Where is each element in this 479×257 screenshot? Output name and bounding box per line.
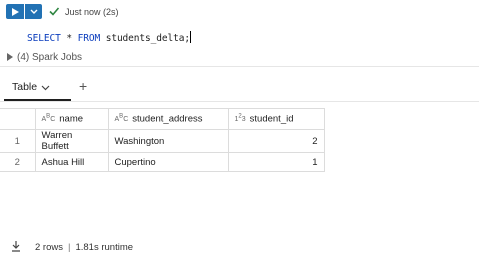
- row-count: 2 rows: [35, 242, 63, 253]
- cell-student-id[interactable]: 2: [227, 129, 325, 153]
- string-type-icon: ABC: [114, 113, 129, 123]
- text-cursor: [190, 31, 191, 43]
- run-status-text: Just now (2s): [65, 7, 119, 17]
- spark-jobs-toggle[interactable]: (4) Spark Jobs: [17, 52, 82, 63]
- row-index: 2: [0, 152, 36, 172]
- table-header-row: ABC name ABC student_address 123 student_id: [0, 108, 325, 130]
- sql-star: *: [66, 33, 72, 44]
- separator: |: [67, 242, 71, 253]
- column-label: student_id: [249, 113, 294, 125]
- check-icon: [49, 7, 60, 16]
- sql-editor[interactable]: SELECT * FROM students_delta;: [27, 31, 191, 44]
- column-header-student-address[interactable]: ABC student_address: [107, 108, 229, 130]
- cell-name[interactable]: Warren Buffett: [34, 129, 109, 153]
- cell-student-id[interactable]: 1: [227, 152, 325, 172]
- sql-keyword-from: FROM: [77, 33, 101, 44]
- integer-type-icon: 123: [234, 113, 246, 123]
- row-index: 1: [0, 129, 36, 153]
- cell-name[interactable]: Ashua Hill: [34, 152, 109, 172]
- result-summary: 2 rows | 1.81s runtime: [35, 242, 133, 253]
- run-button[interactable]: [6, 4, 24, 19]
- sql-table-name: students_delta;: [105, 33, 190, 44]
- download-icon[interactable]: [11, 240, 21, 252]
- column-label: name: [59, 113, 84, 125]
- column-header-student-id[interactable]: 123 student_id: [227, 108, 325, 130]
- table-row[interactable]: 2 Ashua Hill Cupertino 1: [0, 152, 325, 172]
- add-tab-button[interactable]: +: [79, 78, 87, 94]
- cell-student-address[interactable]: Washington: [107, 129, 229, 153]
- index-header: [0, 108, 36, 130]
- chevron-down-icon: [30, 9, 37, 14]
- chevron-down-icon[interactable]: [41, 85, 50, 91]
- column-header-name[interactable]: ABC name: [34, 108, 109, 130]
- play-icon: [11, 7, 19, 16]
- column-label: student_address: [132, 113, 203, 125]
- string-type-icon: ABC: [41, 113, 56, 123]
- run-options-button[interactable]: [25, 4, 42, 19]
- runtime: 1.81s runtime: [75, 242, 134, 253]
- sql-keyword-select: SELECT: [27, 33, 61, 44]
- cell-student-address[interactable]: Cupertino: [107, 152, 229, 172]
- tabs-divider: [0, 101, 479, 102]
- tab-table[interactable]: Table: [12, 81, 37, 93]
- expand-arrow-icon[interactable]: [7, 53, 13, 61]
- table-row[interactable]: 1 Warren Buffett Washington 2: [0, 129, 325, 153]
- result-table: ABC name ABC student_address 123 student_id…: [0, 108, 325, 172]
- section-divider: [0, 66, 479, 67]
